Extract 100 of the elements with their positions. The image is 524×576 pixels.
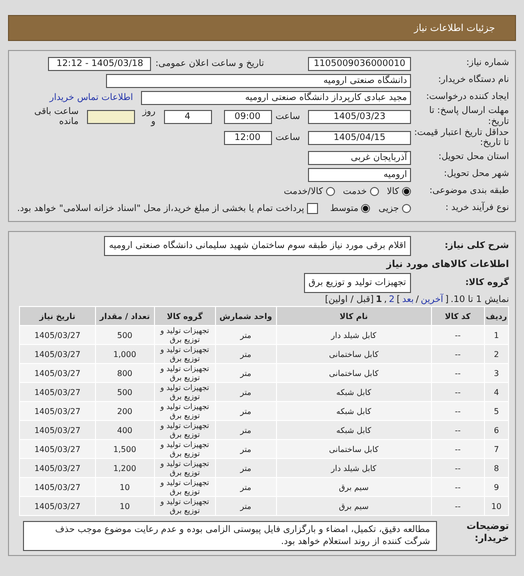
validity-time-field: 12:00	[224, 131, 272, 146]
checkbox[interactable]	[307, 203, 318, 214]
radio-button[interactable]	[402, 187, 411, 196]
column-header: گروه کالا	[154, 306, 216, 326]
table-cell: 1405/03/27	[20, 402, 96, 421]
radio-button[interactable]	[326, 187, 335, 196]
table-cell: متر	[215, 382, 276, 402]
table-cell: کابل شبکه	[276, 402, 432, 421]
pagination-text: /	[416, 295, 419, 306]
table-cell: متر	[215, 420, 276, 440]
table-cell: متر	[215, 496, 276, 516]
page-link[interactable]: 2	[388, 295, 395, 306]
table-cell: 1405/03/27	[20, 364, 96, 383]
table-cell: 1405/03/27	[20, 326, 96, 345]
section-heading: اطلاعات کالاهای مورد نیاز	[386, 259, 509, 270]
pagination-text: [	[445, 295, 449, 306]
pagination-text: نمایش 1 تا 10.	[450, 295, 509, 306]
field-label: استان محل تحویل:	[437, 152, 509, 164]
table-cell: 10	[95, 496, 154, 516]
table-cell: کابل شیلد دار	[276, 458, 432, 478]
table-cell: 1,500	[95, 440, 154, 459]
table-cell: 4	[484, 382, 508, 402]
field-label: ساعت باقی مانده	[33, 106, 79, 127]
need-number-field: 1105009036000010	[308, 56, 411, 70]
table-cell: متر	[215, 364, 276, 383]
deadline-time-field: 09:00	[224, 110, 272, 124]
table-cell: 8	[484, 458, 508, 478]
column-header: نام کالا	[276, 306, 432, 326]
table-cell: 1405/03/27	[20, 440, 96, 459]
table-cell: 1405/03/27	[20, 478, 96, 497]
field-label: نام دستگاه خریدار:	[437, 75, 509, 86]
table-cell: سیم برق	[276, 496, 432, 516]
table-cell: 7	[484, 440, 508, 459]
requester-field: مجید عبادی کارپرداز دانشگاه صنعتی ارومیه	[141, 90, 411, 104]
table-cell: کابل ساختمانی	[276, 344, 432, 364]
radio-label: متوسط	[330, 204, 358, 214]
field-label: شماره نیاز:	[465, 58, 509, 69]
field-label: ساعت	[276, 112, 300, 122]
table-cell: --	[431, 364, 484, 383]
table-cell: 800	[95, 364, 154, 383]
table-cell: 500	[95, 382, 154, 402]
table-cell: 1,000	[95, 344, 154, 364]
field-label: ساعت	[276, 133, 300, 144]
table-cell: 1405/03/27	[20, 496, 96, 516]
table-cell: 1,200	[95, 458, 154, 478]
table-cell: --	[431, 420, 484, 440]
page-link[interactable]: بعد	[402, 295, 414, 306]
radio-label: کالا	[386, 186, 399, 197]
table-cell: 1405/03/27	[20, 458, 96, 478]
buyer-contact-link[interactable]: اطلاعات تماس خریدار	[50, 92, 133, 102]
table-cell: --	[431, 344, 484, 364]
table-cell: --	[431, 496, 484, 516]
table-cell: 400	[95, 420, 154, 440]
column-header: کد کالا	[431, 306, 484, 326]
table-cell: متر	[215, 478, 276, 497]
radio-button[interactable]	[402, 204, 411, 214]
field-label: شرح کلی نیاز:	[444, 240, 509, 252]
radio-button[interactable]	[370, 187, 379, 196]
table-cell: 9	[484, 478, 508, 497]
table-cell: متر	[215, 344, 276, 364]
field-label: نوع فرآیند خرید :	[444, 203, 509, 214]
table-cell: 1405/03/27	[20, 420, 96, 440]
field-label: مهلت ارسال پاسخ: تا تاریخ:	[428, 106, 509, 128]
table-cell: 1	[484, 326, 508, 345]
page-title: جزئیات اطلاعات نیاز	[414, 22, 495, 34]
field-label: شهر محل تحویل:	[442, 169, 509, 180]
table-cell: کابل شبکه	[276, 420, 432, 440]
current-page: 1	[376, 295, 382, 306]
field-label: ایجاد کننده درخواست:	[425, 92, 509, 103]
table-cell: متر	[215, 402, 276, 421]
table-cell: --	[431, 326, 484, 345]
table-cell: کابل ساختمانی	[276, 440, 432, 459]
city-field: ارومیه	[308, 168, 411, 182]
page-link[interactable]: آخرین	[420, 295, 444, 306]
pagination-text: ,	[384, 295, 387, 306]
table-cell: متر	[215, 440, 276, 459]
radio-label: کالا/خدمت	[284, 186, 323, 197]
field-label: توضیحات خریدار:	[465, 521, 509, 544]
table-cell: متر	[215, 326, 276, 345]
buyer-org-field: دانشگاه صنعتی ارومیه	[106, 74, 411, 88]
table-cell: 2	[484, 344, 508, 364]
radio-button[interactable]	[361, 204, 370, 214]
validity-date-field: 1405/04/15	[308, 131, 411, 146]
table-cell: کابل ساختمانی	[276, 364, 432, 383]
table-cell: 200	[95, 402, 154, 421]
table-cell: --	[431, 382, 484, 402]
description-field: اقلام برقی مورد نیاز طبقه سوم ساختمان شهید سلیمانی دانشگاه صنعتی ارومیه	[104, 236, 411, 256]
table-cell: کابل شیلد دار	[276, 326, 432, 345]
table-cell: 1405/03/27	[20, 344, 96, 364]
field-label: طبقه بندی موضوعی:	[428, 186, 509, 198]
column-header: ردیف	[484, 306, 508, 326]
remarks-field: مطالعه دقیق، تکمیل، امضاء و بارگزاری فایل پیوستی الزامی بوده و عدم رعایت موضوع موجب حذف شرگت کننده از روند استعلام خواهد بود.	[23, 521, 437, 552]
table-cell: 500	[95, 326, 154, 345]
table-cell: کابل شبکه	[276, 382, 432, 402]
province-field: آذربایجان غربی	[308, 150, 411, 165]
table-cell: --	[431, 440, 484, 459]
goods-group-field: تجهیزات تولید و توزیع برق	[304, 273, 411, 294]
table-cell: 5	[484, 402, 508, 421]
table-cell: --	[431, 478, 484, 497]
table-cell: --	[431, 458, 484, 478]
